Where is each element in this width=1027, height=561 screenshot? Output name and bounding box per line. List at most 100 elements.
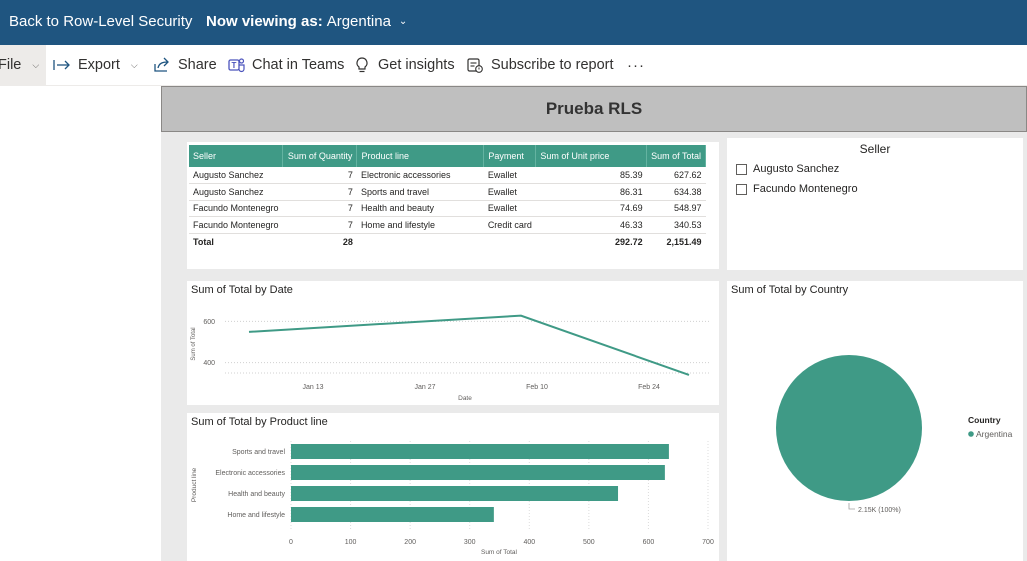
pages-pane	[0, 86, 161, 561]
pie-slice	[776, 355, 922, 501]
cell-total: 627.62	[646, 167, 706, 184]
data-label: 2.15K (100%)	[858, 507, 901, 514]
cell-seller: Facundo Montenegro	[189, 216, 283, 234]
chevron-down-icon: ⌵	[130, 59, 138, 70]
rls-banner: Back to Row-Level Security Now viewing a…	[0, 0, 1027, 45]
report-toolbar: File ⌵ Export ⌵ Share T Chat in Teams Ge…	[0, 45, 1027, 86]
checkbox-icon[interactable]	[736, 183, 747, 195]
file-menu-button[interactable]: File ⌵	[0, 45, 46, 85]
export-button[interactable]: Export ⌵	[53, 45, 138, 85]
table-row[interactable]: Augusto Sanchez 7 Sports and travel Ewal…	[189, 183, 706, 201]
export-label: Export	[78, 57, 120, 73]
viewing-as-dropdown[interactable]: Now viewing as: Argentina ⌄	[206, 13, 407, 30]
cell-product-line: Home and lifestyle	[356, 216, 484, 234]
svg-text:T: T	[232, 61, 237, 70]
data-table: Seller Sum of Quantity Product line Paym…	[189, 145, 706, 250]
y-tick-label: 600	[203, 319, 215, 326]
y-tick-label: Electronic accessories	[215, 470, 285, 477]
back-to-rls-button[interactable]: Back to Row-Level Security	[9, 13, 192, 30]
bar-chart-visual[interactable]: Sum of Total by Product line Product lin…	[187, 413, 719, 561]
total-quantity: 28	[282, 232, 357, 250]
legend-title: Country	[968, 415, 1001, 425]
line-chart: Sum of Total Date 400 600 Jan 13 Jan 27 Feb …	[191, 314, 709, 402]
table-row[interactable]: Facundo Montenegro 7 Home and lifestyle …	[189, 216, 706, 234]
chevron-down-icon: ⌄	[398, 16, 408, 27]
cell-payment: Ewallet	[483, 183, 536, 201]
more-options-button[interactable]: ···	[627, 45, 645, 85]
table-row[interactable]: Facundo Montenegro 7 Health and beauty E…	[189, 200, 706, 217]
column-header-product-line[interactable]: Product line	[356, 145, 485, 167]
cell-payment: Credit card	[483, 216, 536, 234]
cell-payment: Ewallet	[483, 200, 536, 217]
viewing-as-label: Now viewing as:	[206, 13, 323, 30]
pie-chart-visual[interactable]: Sum of Total by Country Country 2.15K (1…	[727, 281, 1023, 561]
x-axis-title: Sum of Total	[481, 549, 518, 556]
cell-quantity: 7	[282, 200, 357, 217]
column-header-seller[interactable]: Seller	[189, 145, 284, 167]
column-header-sum-of-quantity[interactable]: Sum of Quantity	[282, 145, 358, 167]
x-tick-label: 200	[404, 539, 416, 546]
total-total: 2,151.49	[646, 232, 706, 250]
cell-total: 340.53	[646, 216, 706, 234]
legend-item: Argentina	[976, 429, 1013, 439]
export-arrow-icon	[53, 60, 70, 70]
cell-seller: Augusto Sanchez	[189, 167, 283, 184]
x-tick-label: Jan 13	[302, 384, 323, 391]
slicer-option-label: Augusto Sanchez	[753, 163, 840, 175]
cell-unit-price: 86.31	[535, 183, 647, 201]
series-line	[248, 314, 690, 376]
seller-slicer: Seller Augusto Sanchez Facundo Montenegr…	[727, 138, 1023, 270]
cell-product-line: Sports and travel	[356, 183, 484, 201]
subscribe-label: Subscribe to report	[491, 57, 614, 73]
share-icon	[154, 57, 169, 72]
cell-total: 548.97	[646, 200, 706, 217]
x-axis-title: Date	[458, 395, 472, 402]
share-button[interactable]: Share	[153, 45, 217, 85]
y-tick-label: Home and lifestyle	[227, 512, 285, 519]
x-tick-label: 500	[583, 539, 595, 546]
table-row[interactable]: Augusto Sanchez 7 Electronic accessories…	[189, 167, 706, 184]
line-chart-visual[interactable]: Sum of Total by Date Sum of Total Date 4…	[187, 281, 719, 405]
more-options-label: ···	[627, 56, 645, 74]
x-tick-label: 600	[643, 539, 655, 546]
x-tick-label: Feb 24	[638, 384, 660, 391]
column-header-payment[interactable]: Payment	[483, 145, 537, 167]
chat-in-teams-button[interactable]: T Chat in Teams	[227, 45, 344, 85]
slicer-option-facundo-montenegro[interactable]: Facundo Montenegro	[736, 183, 858, 195]
x-tick-label: Jan 27	[414, 384, 435, 391]
cell-unit-price: 74.69	[535, 200, 647, 217]
cell-seller: Facundo Montenegro	[189, 200, 283, 217]
total-payment	[483, 232, 536, 250]
checkbox-icon[interactable]	[736, 163, 747, 175]
x-tick-label: 700	[702, 539, 714, 546]
get-insights-label: Get insights	[378, 57, 455, 73]
slicer-option-augusto-sanchez[interactable]: Augusto Sanchez	[736, 163, 839, 175]
table-visual[interactable]: Seller Sum of Quantity Product line Paym…	[187, 142, 719, 269]
subscribe-icon	[467, 58, 483, 73]
cell-product-line: Health and beauty	[356, 200, 484, 217]
column-header-sum-of-total[interactable]: Sum of Total	[646, 145, 706, 167]
pie-chart: Country 2.15K (100%) Argentina	[776, 355, 1013, 514]
teams-icon: T	[228, 58, 245, 73]
cell-quantity: 7	[282, 183, 357, 201]
report-title-bar: Prueba RLS	[161, 86, 1027, 132]
subscribe-button[interactable]: Subscribe to report	[466, 45, 614, 85]
slicer-option-label: Facundo Montenegro	[753, 183, 858, 195]
total-label: Total	[189, 232, 283, 250]
bar-chart: Product line Sum of Total 0 100 200 300 400 5…	[191, 441, 714, 556]
y-tick-label: Sports and travel	[232, 449, 285, 456]
chevron-down-icon: ⌵	[32, 59, 40, 70]
report-title: Prueba RLS	[545, 99, 643, 118]
cell-seller: Augusto Sanchez	[189, 183, 283, 201]
bar	[291, 444, 669, 459]
viewing-as-value: Argentina	[326, 13, 391, 30]
get-insights-button[interactable]: Get insights	[353, 45, 455, 85]
cell-quantity: 7	[282, 167, 357, 184]
y-tick-label: 400	[203, 360, 215, 367]
cell-product-line: Electronic accessories	[356, 167, 484, 184]
x-tick-label: 0	[289, 539, 293, 546]
share-label: Share	[178, 57, 217, 73]
column-header-sum-of-unit-price[interactable]: Sum of Unit price	[535, 145, 648, 167]
y-axis-title: Product line	[191, 467, 198, 502]
legend-marker	[968, 431, 974, 437]
